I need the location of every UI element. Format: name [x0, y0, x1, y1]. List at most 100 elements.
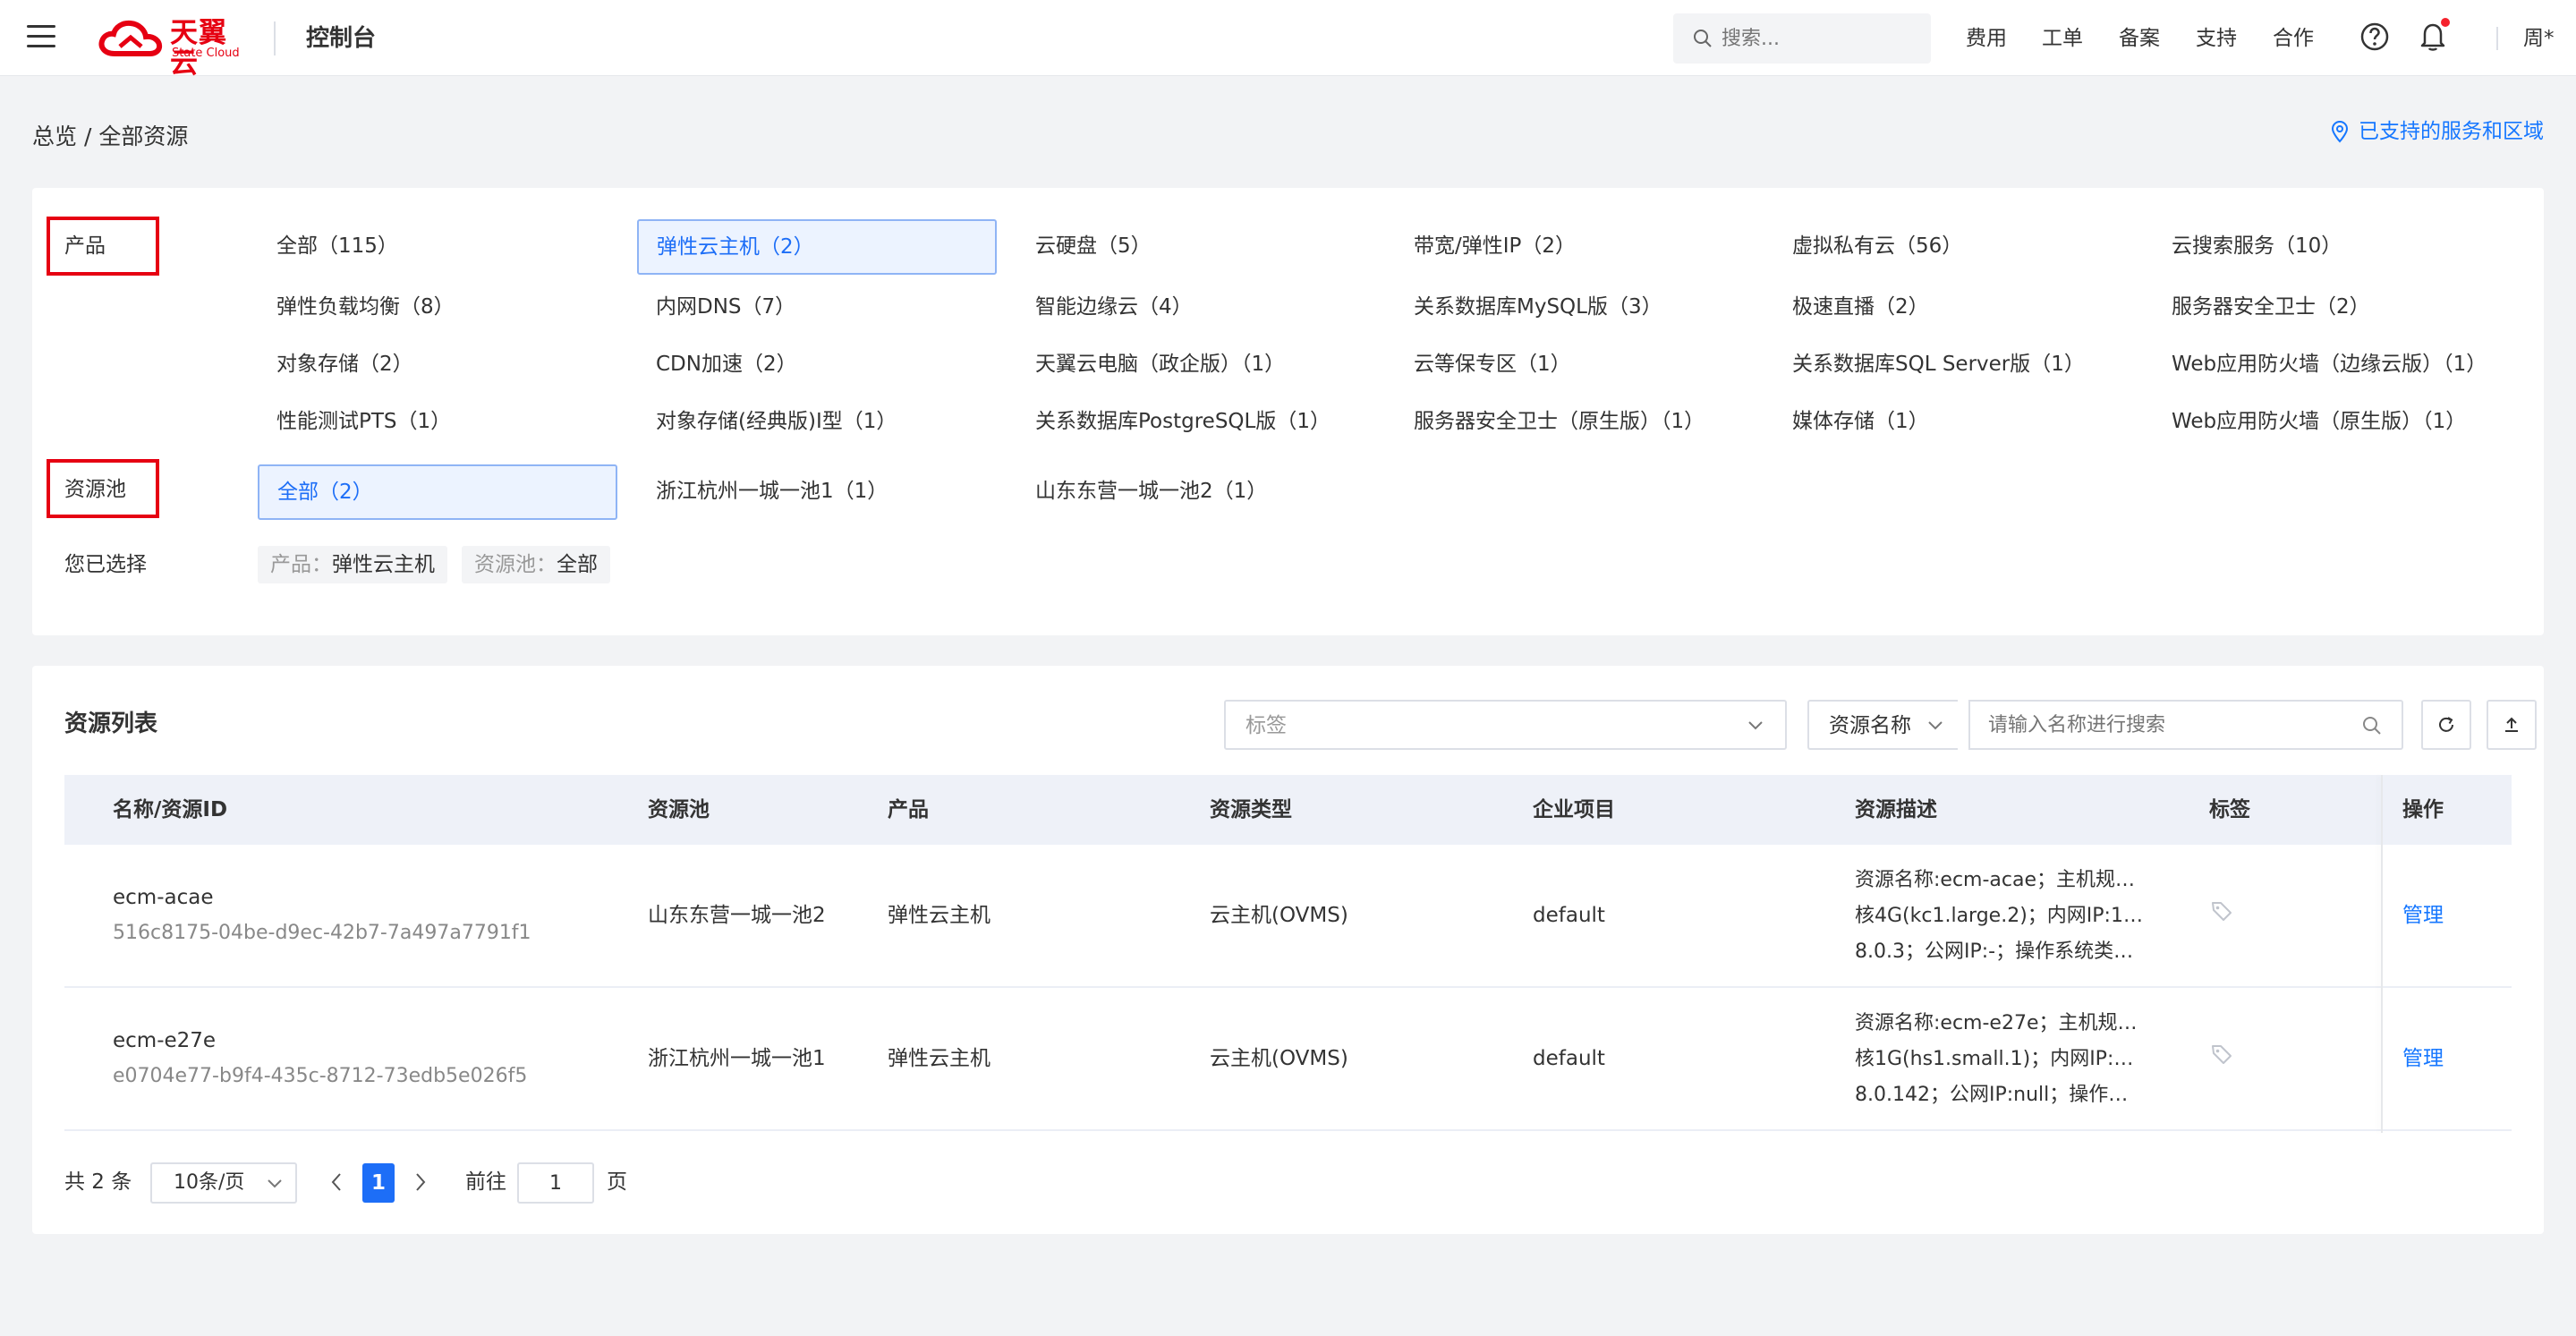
page-size-value: 10条/页: [174, 1171, 245, 1194]
header-divider: [274, 21, 276, 55]
product-option-mysql[interactable]: 关系数据库MySQL版（3）: [1414, 292, 1662, 322]
goto-unit: 页: [607, 1170, 627, 1194]
product-option-pts[interactable]: 性能测试PTS（1）: [276, 406, 451, 437]
manage-link[interactable]: 管理: [2402, 900, 2444, 931]
resource-product: 弹性云主机: [888, 1047, 990, 1070]
description-line: 8.0.3；公网IP:-；操作系统类型:...: [1855, 940, 2145, 963]
user-divider: [2496, 27, 2498, 50]
tag-filter-placeholder: 标签: [1245, 714, 1287, 737]
resource-type: 云主机(OVMS): [1210, 904, 1348, 927]
description-line: 资源名称:ecm-e27e；主机规格:1: [1855, 1012, 2145, 1034]
product-option-waf-edge[interactable]: Web应用防火墙（边缘云版）（1）: [2172, 349, 2487, 379]
supported-regions-link[interactable]: 已支持的服务和区域: [2330, 116, 2544, 147]
chip-key: 产品：: [270, 553, 332, 576]
nav-billing[interactable]: 费用: [1966, 23, 2007, 54]
product-option-media[interactable]: 媒体存储（1）: [1792, 406, 1929, 437]
tag-icon[interactable]: [2209, 1042, 2234, 1067]
chip-value: 弹性云主机: [332, 553, 435, 576]
column-description: 资源描述: [1855, 798, 1937, 821]
supported-regions-label: 已支持的服务和区域: [2359, 120, 2544, 143]
description-line: 8.0.142；公网IP:null；操作系统...: [1855, 1084, 2145, 1106]
product-option-live[interactable]: 极速直播（2）: [1792, 292, 1929, 322]
search-icon[interactable]: [2362, 716, 2382, 736]
notification-dot: [2441, 18, 2450, 27]
nav-partner[interactable]: 合作: [2273, 23, 2314, 54]
selected-chip-pool[interactable]: 资源池：全部: [462, 546, 610, 583]
nav-ticket[interactable]: 工单: [2042, 23, 2083, 54]
product-option-dns[interactable]: 内网DNS（7）: [656, 292, 795, 322]
resource-list-title: 资源列表: [64, 711, 158, 737]
breadcrumb-home[interactable]: 总览: [32, 123, 77, 149]
pool-option-all[interactable]: 全部（2）: [258, 464, 617, 520]
product-option-waf-native[interactable]: Web应用防火墙（原生版）（1）: [2172, 406, 2466, 437]
product-option-postgresql[interactable]: 关系数据库PostgreSQL版（1）: [1035, 406, 1331, 437]
cloud-logo-icon: [98, 20, 163, 56]
chevron-left-icon[interactable]: [327, 1167, 345, 1197]
product-option-vpc[interactable]: 虚拟私有云（56）: [1792, 231, 1962, 261]
goto-page-input[interactable]: [517, 1162, 594, 1204]
product-option-eip[interactable]: 带宽/弹性IP（2）: [1414, 231, 1576, 261]
selected-chip-product[interactable]: 产品：弹性云主机: [258, 546, 447, 583]
pool-option-dongying[interactable]: 山东东营一城一池2（1）: [1035, 476, 1267, 506]
top-bar: 天翼云 State Cloud 控制台 费用 工单 备案 支持 合作 周*: [0, 0, 2576, 79]
search-field-select[interactable]: 资源名称: [1807, 700, 1958, 750]
resource-type: 云主机(OVMS): [1210, 1047, 1348, 1070]
chevron-down-icon: [1928, 721, 1943, 730]
description-line: 资源名称:ecm-acae；主机规格:2: [1855, 869, 2145, 891]
chevron-right-icon[interactable]: [412, 1167, 429, 1197]
product-option-edge[interactable]: 智能边缘云（4）: [1035, 292, 1193, 322]
resource-search-input[interactable]: [1988, 702, 2346, 748]
console-title[interactable]: 控制台: [306, 23, 376, 54]
pool-option-hangzhou[interactable]: 浙江杭州一城一池1（1）: [656, 476, 888, 506]
export-button[interactable]: [2487, 700, 2537, 750]
resource-project: default: [1533, 1047, 1605, 1070]
breadcrumb-current: 全部资源: [98, 123, 189, 149]
resource-description: 资源名称:ecm-e27e；主机规格:1 核1G(hs1.small.1)；内网…: [1855, 1006, 2145, 1113]
menu-icon[interactable]: [27, 25, 55, 48]
resource-product: 弹性云主机: [888, 904, 990, 927]
product-option-evs[interactable]: 云硬盘（5）: [1035, 231, 1152, 261]
help-icon[interactable]: [2359, 21, 2390, 52]
breadcrumb: 总览 / 全部资源: [32, 122, 188, 152]
resource-name: ecm-acae: [113, 886, 214, 909]
nav-support[interactable]: 支持: [2196, 23, 2237, 54]
product-option-compliance[interactable]: 云等保专区（1）: [1414, 349, 1571, 379]
product-option-oss-classic[interactable]: 对象存储(经典版)I型（1）: [656, 406, 897, 437]
product-option-sqlserver[interactable]: 关系数据库SQL Server版（1）: [1792, 349, 2085, 379]
tag-icon[interactable]: [2209, 898, 2234, 923]
product-option-elb[interactable]: 弹性负载均衡（8）: [276, 292, 455, 322]
product-option-oss[interactable]: 对象存储（2）: [276, 349, 413, 379]
search-icon: [1694, 30, 1712, 47]
resource-description: 资源名称:ecm-acae；主机规格:2 核4G(kc1.large.2)；内网…: [1855, 863, 2145, 970]
manage-link[interactable]: 管理: [2402, 1043, 2444, 1074]
page-size-select[interactable]: 10条/页: [150, 1162, 297, 1204]
resource-name: ecm-e27e: [113, 1029, 217, 1052]
column-tags: 标签: [2209, 798, 2250, 821]
tag-filter-select[interactable]: 标签: [1224, 700, 1787, 750]
resource-id: 516c8175-04be-d9ec-42b7-7a497a7791f1: [113, 922, 531, 944]
user-menu[interactable]: 周*: [2523, 23, 2555, 54]
nav-filing[interactable]: 备案: [2119, 23, 2160, 54]
product-option-cdn[interactable]: CDN加速（2）: [656, 349, 797, 379]
logo[interactable]: 天翼云 State Cloud: [98, 18, 251, 79]
goto-label: 前往: [465, 1170, 506, 1194]
product-option-ecs[interactable]: 弹性云主机（2）: [637, 219, 997, 275]
product-option-security[interactable]: 服务器安全卫士（2）: [2172, 292, 2370, 322]
resource-search-box[interactable]: [1968, 700, 2403, 750]
upload-icon: [2505, 717, 2518, 732]
product-option-security-native[interactable]: 服务器安全卫士（原生版）（1）: [1414, 406, 1705, 437]
page-number-current[interactable]: 1: [362, 1163, 395, 1203]
product-option-search[interactable]: 云搜索服务（10）: [2172, 231, 2342, 261]
product-option-all[interactable]: 全部（115）: [276, 231, 398, 261]
global-search-input[interactable]: [1722, 13, 1918, 64]
table-row: ecm-acae 516c8175-04be-d9ec-42b7-7a497a7…: [64, 845, 2512, 988]
product-option-desktop[interactable]: 天翼云电脑（政企版）（1）: [1035, 349, 1285, 379]
table-header: 名称/资源ID 资源池 产品 资源类型 企业项目 资源描述 标签 操作: [64, 775, 2512, 845]
refresh-button[interactable]: [2421, 700, 2471, 750]
pool-filter-label: 资源池: [64, 478, 126, 501]
table-row: ecm-e27e e0704e77-b9f4-435c-8712-73edb5e…: [64, 988, 2512, 1131]
chevron-down-icon: [1748, 721, 1763, 730]
resource-pool: 浙江杭州一城一池1: [648, 1047, 826, 1070]
global-search[interactable]: [1673, 13, 1931, 64]
actions-column-separator: [2381, 775, 2383, 1133]
